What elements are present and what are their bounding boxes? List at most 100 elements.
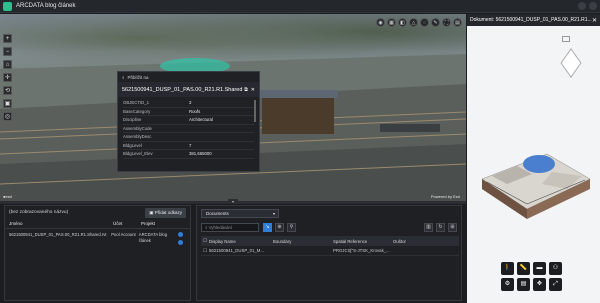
- platform: [380, 124, 440, 132]
- linked-panel-header: (bez zobrazovaného názvu) ▣ Přidat odkaz…: [5, 206, 190, 219]
- attribute-key: Discipline: [123, 117, 142, 123]
- attribute-key: BldgLevel: [123, 142, 142, 148]
- widget-button[interactable]: ▤: [453, 18, 462, 27]
- linked-account: Pool Account: [111, 232, 136, 237]
- column-account: Účet: [113, 221, 123, 226]
- search-placeholder: Vyhledávání: [208, 225, 233, 230]
- map-navigation-tools: + − ⌂ ✛ ⟲ ▣ ◎: [3, 34, 12, 121]
- popup-title-bar: 5621500941_DUSP_01_PAS.00_R21.R1.Shared …: [118, 82, 259, 97]
- settings-tool-button[interactable]: ⚙: [501, 278, 514, 291]
- attribute-value: 381,665000: [189, 151, 212, 157]
- attribute-row: BaseCategory Roofs: [123, 108, 254, 116]
- widget-button[interactable]: ◉: [376, 18, 385, 27]
- columns-button[interactable]: ▥: [424, 223, 433, 232]
- properties-tool-button[interactable]: ▤: [517, 278, 530, 291]
- station-building[interactable]: [262, 96, 334, 134]
- station-roof[interactable]: [258, 90, 338, 98]
- linked-documents-panel: (bez zobrazovaného názvu) ▣ Přidat odkaz…: [4, 205, 191, 301]
- attribute-value: 3: [189, 100, 192, 106]
- attribute-row: AssemblyDesc: [123, 133, 254, 142]
- zoom-selection-button[interactable]: ⊕: [275, 223, 284, 232]
- attribute-value: 7: [189, 142, 192, 148]
- column-boundary[interactable]: Boundary: [273, 239, 333, 244]
- attribute-row: OBJECTID_1 3: [123, 99, 254, 108]
- popup-title: 5621500941_DUSP_01_PAS.00_R21.R1.Shared: [122, 86, 243, 93]
- sync-selection-button[interactable]: ↘: [263, 223, 272, 232]
- app-logo: [3, 1, 12, 11]
- map-scene-viewer[interactable]: + − ⌂ ✛ ⟲ ▣ ◎ ◉ ▦ ◧ △ ◌ ✎ ⛶ ▤ ●esri Powe…: [0, 14, 466, 201]
- attribute-row: BldgLevel_Elev 381,665000: [123, 150, 254, 159]
- user-avatar[interactable]: [589, 2, 597, 10]
- search-input[interactable]: ⌕ Vyhledávání: [201, 223, 259, 232]
- table-row[interactable]: ☐ 5621500941_DUSP_01_M... PROJCS["S-JTSK…: [201, 246, 459, 256]
- rotate-button[interactable]: ⟲: [3, 86, 12, 95]
- zoom-out-button[interactable]: −: [3, 47, 12, 56]
- widget-button[interactable]: ✎: [431, 18, 440, 27]
- layer-name-label: (bez zobrazovaného názvu): [9, 210, 69, 215]
- bim-model-render[interactable]: [477, 134, 595, 224]
- cell-spatial-reference: PROJCS["S-JTSK_Krovak_...: [333, 248, 390, 253]
- popup-controls: ⧉ ✕: [244, 87, 255, 93]
- view-cube-icon[interactable]: [560, 48, 582, 78]
- select-all-checkbox[interactable]: ☐: [201, 238, 209, 244]
- collapse-chevron-icon[interactable]: ▾: [228, 199, 238, 204]
- row-actions: [178, 232, 186, 245]
- dock-icon[interactable]: ⧉: [244, 87, 248, 93]
- table-row[interactable]: 5621500941_DUSP_01_PAS.00_R21.R1.Shared.…: [5, 229, 190, 248]
- walk-tool-button[interactable]: 🚶: [501, 262, 514, 275]
- attribute-row: BldgLevel 7: [123, 142, 254, 150]
- app-window: ARCDATA blog článek + − ⌂ ✛ ⟲ ▣ ◎ ◉ ▦ ◧ …: [0, 0, 600, 303]
- document-viewer-header: Dokument: 5621500941_DUSP_01_PAS.00_R21.…: [467, 14, 600, 26]
- cell-display-name: 5621500941_DUSP_01_M...: [209, 248, 264, 253]
- documents-table-actions: ▥ ↻ ⊞: [424, 223, 457, 232]
- locate-button[interactable]: ◎: [3, 112, 12, 121]
- widget-button[interactable]: ◌: [420, 18, 429, 27]
- documents-select-value: Documents: [206, 211, 229, 216]
- measure-tool-button[interactable]: 📏: [517, 262, 530, 275]
- document-title: Dokument: 5621500941_DUSP_01_PAS.00_R21.…: [470, 17, 592, 23]
- section-tool-button[interactable]: ▬: [533, 262, 546, 275]
- linked-table-header: Jméno Účet Projekt: [5, 219, 190, 229]
- column-spatial-reference[interactable]: Spatial Reference: [333, 239, 393, 244]
- layer-button[interactable]: ▣: [3, 99, 12, 108]
- zoom-in-button[interactable]: +: [3, 34, 12, 43]
- close-icon[interactable]: ✕: [592, 17, 597, 24]
- widget-button[interactable]: ⛶: [442, 18, 451, 27]
- home-button[interactable]: ⌂: [3, 60, 12, 69]
- column-name: Jméno: [9, 221, 23, 226]
- add-links-button[interactable]: ▣ Přidat odkazy: [145, 207, 186, 218]
- documents-panel: Documents ▾ ⌕ Vyhledávání ↘ ⊕ ⚲ ▥ ↻ ⊞ ☐ …: [196, 205, 462, 301]
- row-checkbox[interactable]: ☐: [201, 248, 209, 254]
- widget-button[interactable]: ▦: [387, 18, 396, 27]
- widget-button[interactable]: ◧: [398, 18, 407, 27]
- explode-tool-button[interactable]: ⚇: [549, 262, 562, 275]
- model-toolbar: 🚶 📏 ▬ ⚇ ⚙ ▤ ✥ ⤢: [501, 262, 562, 291]
- column-ouštor[interactable]: Ouštor: [393, 239, 453, 244]
- esri-logo: ●esri: [3, 194, 12, 199]
- attribute-row: AssemblyCode: [123, 125, 254, 133]
- help-icon[interactable]: [578, 2, 586, 10]
- model-roof-dome: [523, 155, 555, 173]
- widget-button[interactable]: △: [409, 18, 418, 27]
- documents-select[interactable]: Documents ▾: [201, 209, 279, 218]
- linked-project: ARCDATA blog článek: [138, 232, 168, 243]
- attribute-value: Architectural: [189, 117, 213, 123]
- zoom-to-icon: ⌕: [122, 74, 125, 80]
- top-bar: ARCDATA blog článek: [0, 0, 600, 13]
- popup-zoom-action[interactable]: ⌕ Přiblížit na: [118, 72, 259, 82]
- info-icon[interactable]: [178, 232, 184, 237]
- close-icon[interactable]: ✕: [251, 87, 255, 93]
- fullscreen-button[interactable]: ⤢: [549, 278, 562, 291]
- filter-button[interactable]: ⚲: [287, 223, 296, 232]
- pan-button[interactable]: ✛: [3, 73, 12, 82]
- attribute-key: BaseCategory: [123, 108, 151, 114]
- clear-selection-button[interactable]: ⊞: [448, 223, 457, 232]
- popup-scrollbar[interactable]: [254, 100, 256, 122]
- model-browser-button[interactable]: ✥: [533, 278, 546, 291]
- delete-icon[interactable]: [178, 240, 184, 245]
- column-display-name[interactable]: Display Name: [209, 239, 273, 244]
- app-title: ARCDATA blog článek: [16, 3, 76, 9]
- fullscreen-icon[interactable]: [562, 36, 570, 42]
- viewer-widget-toolbar: ◉ ▦ ◧ △ ◌ ✎ ⛶ ▤: [376, 18, 462, 27]
- refresh-button[interactable]: ↻: [436, 223, 445, 232]
